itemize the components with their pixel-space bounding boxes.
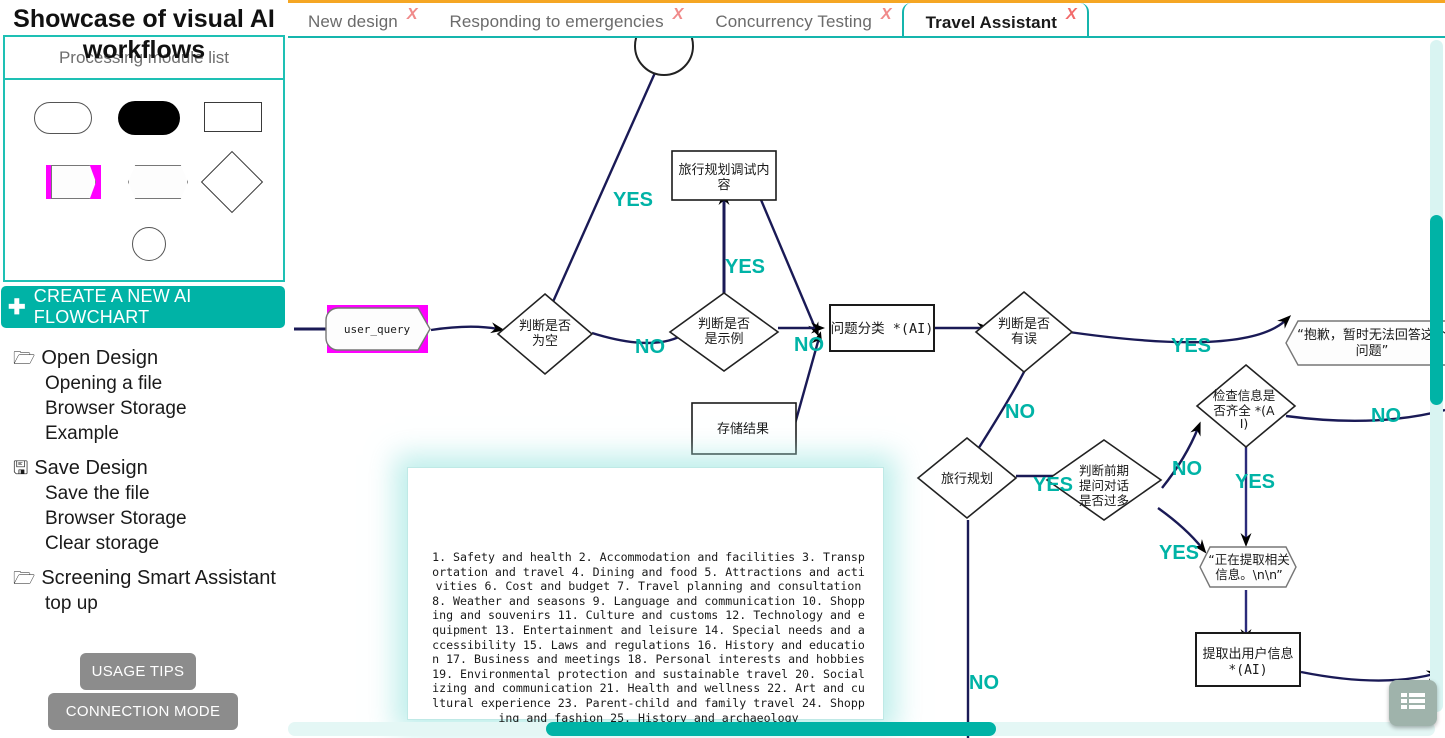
palette-shape-diamond[interactable]	[200, 150, 264, 214]
node-label-classify: 问题分类 *(AI)	[831, 321, 934, 337]
menu-group-save-design: 🖫 Save Design Save the file Browser Stor…	[13, 456, 283, 556]
node-label-has_error: 有误	[1011, 332, 1037, 347]
node-label-extracting_msg: “正在提取相关	[1208, 552, 1289, 567]
sidebar-item-save-design[interactable]: 🖫 Save Design	[13, 456, 283, 481]
horizontal-scrollbar[interactable]	[288, 722, 1435, 736]
node-label-info_complete: 检查信息是	[1213, 388, 1276, 403]
close-icon[interactable]: X	[673, 7, 684, 23]
list-view-button[interactable]	[1389, 680, 1437, 726]
palette-shapes	[5, 80, 283, 280]
sidebar-item-open-design[interactable]: 🗁 Open Design	[13, 346, 283, 371]
node-label-sorry_msg: “抱歉，暂时无法回答这个	[1297, 327, 1445, 343]
create-button-label: CREATE A NEW AI FLOWCHART	[33, 286, 192, 327]
node-label-extracting_msg: 信息。\n\n”	[1215, 567, 1283, 582]
tab-bar: New design X Responding to emergencies X…	[286, 3, 1445, 43]
sidebar-item-label: Open Design	[41, 347, 159, 369]
edge-label-no: NO	[969, 672, 999, 694]
palette-shape-hexagon[interactable]	[128, 165, 188, 199]
palette-shape-rounded-rectangle[interactable]	[34, 102, 92, 134]
node-label-is_empty: 判断是否	[519, 319, 571, 334]
sidebar-item-save-the-file[interactable]: Save the file	[45, 481, 283, 506]
edge-label-yes: YES	[1033, 474, 1073, 496]
edge-label-no: NO	[794, 334, 824, 356]
open-folder-icon: 🗁	[13, 568, 36, 588]
palette-shape-selected-chevron-shape[interactable]	[46, 165, 101, 199]
menu-group-screening-smart-assistant: 🗁 Screening Smart Assistant top up	[13, 566, 283, 616]
menu-group-open-design: 🗁 Open Design Opening a file Browser Sto…	[13, 346, 283, 446]
sidebar-item-top-up[interactable]: top up	[45, 591, 283, 616]
connection-mode-button[interactable]: CONNECTION MODE	[48, 693, 238, 730]
module-palette: Processing module list	[3, 35, 285, 282]
node-label-has_error: 判断是否	[998, 317, 1050, 332]
close-icon[interactable]: X	[1066, 7, 1077, 23]
sidebar-item-browser-storage-save[interactable]: Browser Storage	[45, 506, 283, 531]
edge-label-yes: YES	[1171, 335, 1211, 357]
node-label-extract_user: *(AI)	[1228, 663, 1267, 678]
node-label-too_many_turns: 提问对话	[1079, 478, 1129, 493]
tab-responding-to-emergencies[interactable]: Responding to emergencies X	[428, 3, 694, 40]
floppy-disk-icon: 🖫	[13, 458, 29, 478]
open-folder-icon: 🗁	[13, 348, 36, 368]
node-label-debug_content: 容	[717, 177, 730, 193]
sidebar-item-opening-a-file[interactable]: Opening a file	[45, 371, 283, 396]
edge-label-yes: YES	[1235, 471, 1275, 493]
node-label-travel_plan: 旅行规划	[941, 472, 993, 487]
tab-label: Responding to emergencies	[449, 11, 664, 31]
close-icon[interactable]: X	[881, 7, 892, 23]
left-sidebar: Processing module list Showcase of visua…	[0, 0, 288, 738]
palette-header: Processing module list	[5, 37, 283, 80]
tab-label: New design	[308, 11, 398, 31]
sidebar-item-label: Screening Smart Assistant	[41, 567, 276, 589]
sidebar-menu: 🗁 Open Design Opening a file Browser Sto…	[13, 346, 283, 626]
sidebar-item-clear-storage[interactable]: Clear storage	[45, 531, 283, 556]
horizontal-scrollbar-thumb[interactable]	[546, 722, 996, 736]
usage-tips-button[interactable]: USAGE TIPS	[80, 653, 196, 690]
sidebar-item-example[interactable]: Example	[45, 421, 283, 446]
edge-label-no: NO	[1172, 458, 1202, 480]
node-label-is_example: 是示例	[704, 332, 743, 347]
tab-label: Concurrency Testing	[715, 11, 872, 31]
close-icon[interactable]: X	[407, 7, 418, 23]
palette-shape-chevron-inner	[51, 165, 96, 199]
node-label-sorry_msg: 问题”	[1356, 344, 1389, 359]
edge-label-yes: YES	[725, 256, 765, 278]
node-label-info_complete: I)	[1240, 416, 1249, 431]
output-text: 1. Safety and health 2. Accommodation an…	[432, 550, 865, 725]
create-new-ai-flowchart-button[interactable]: ✚ CREATE A NEW AI FLOWCHART	[1, 286, 285, 328]
output-text-panel: 1. Safety and health 2. Accommodation an…	[407, 467, 884, 725]
tab-new-design[interactable]: New design X	[286, 3, 428, 40]
node-label-debug_content: 旅行规划调试内	[678, 162, 769, 178]
palette-shape-circle[interactable]	[132, 227, 166, 261]
node-terminator	[634, 38, 694, 76]
vertical-scrollbar-thumb[interactable]	[1430, 215, 1443, 405]
edge-label-no: NO	[1371, 405, 1401, 427]
node-label-extract_user: 提取出用户信息	[1202, 646, 1293, 662]
edge-label-no: NO	[635, 336, 665, 358]
palette-shape-filled-rounded-rectangle[interactable]	[118, 101, 180, 135]
node-label-is_example: 判断是否	[698, 317, 750, 332]
node-label-store_result: 存储结果	[717, 422, 769, 437]
palette-shape-rectangle[interactable]	[204, 102, 262, 132]
tab-concurrency-testing[interactable]: Concurrency Testing X	[693, 3, 901, 40]
edge-label-yes: YES	[613, 189, 653, 211]
sidebar-item-screening-smart-assistant[interactable]: 🗁 Screening Smart Assistant	[13, 566, 283, 591]
node-label-too_many_turns: 是否过多	[1079, 493, 1129, 508]
sidebar-item-browser-storage-open[interactable]: Browser Storage	[45, 396, 283, 421]
edge-label-yes: YES	[1159, 542, 1199, 564]
node-label-too_many_turns: 判断前期	[1079, 463, 1129, 478]
node-label-user_query: user_query	[344, 323, 411, 336]
vertical-scrollbar[interactable]	[1430, 40, 1443, 712]
edge-label-no: NO	[1005, 401, 1035, 423]
sidebar-item-label: Save Design	[34, 457, 148, 479]
plus-icon: ✚	[8, 295, 26, 319]
node-label-is_empty: 为空	[532, 334, 558, 349]
tab-label: Travel Assistant	[925, 13, 1057, 32]
list-icon	[1401, 693, 1425, 709]
flowchart-canvas[interactable]: user_query 判断是否 为空 判断是否 是示例 旅行规划调试内 容 存储…	[286, 36, 1445, 738]
